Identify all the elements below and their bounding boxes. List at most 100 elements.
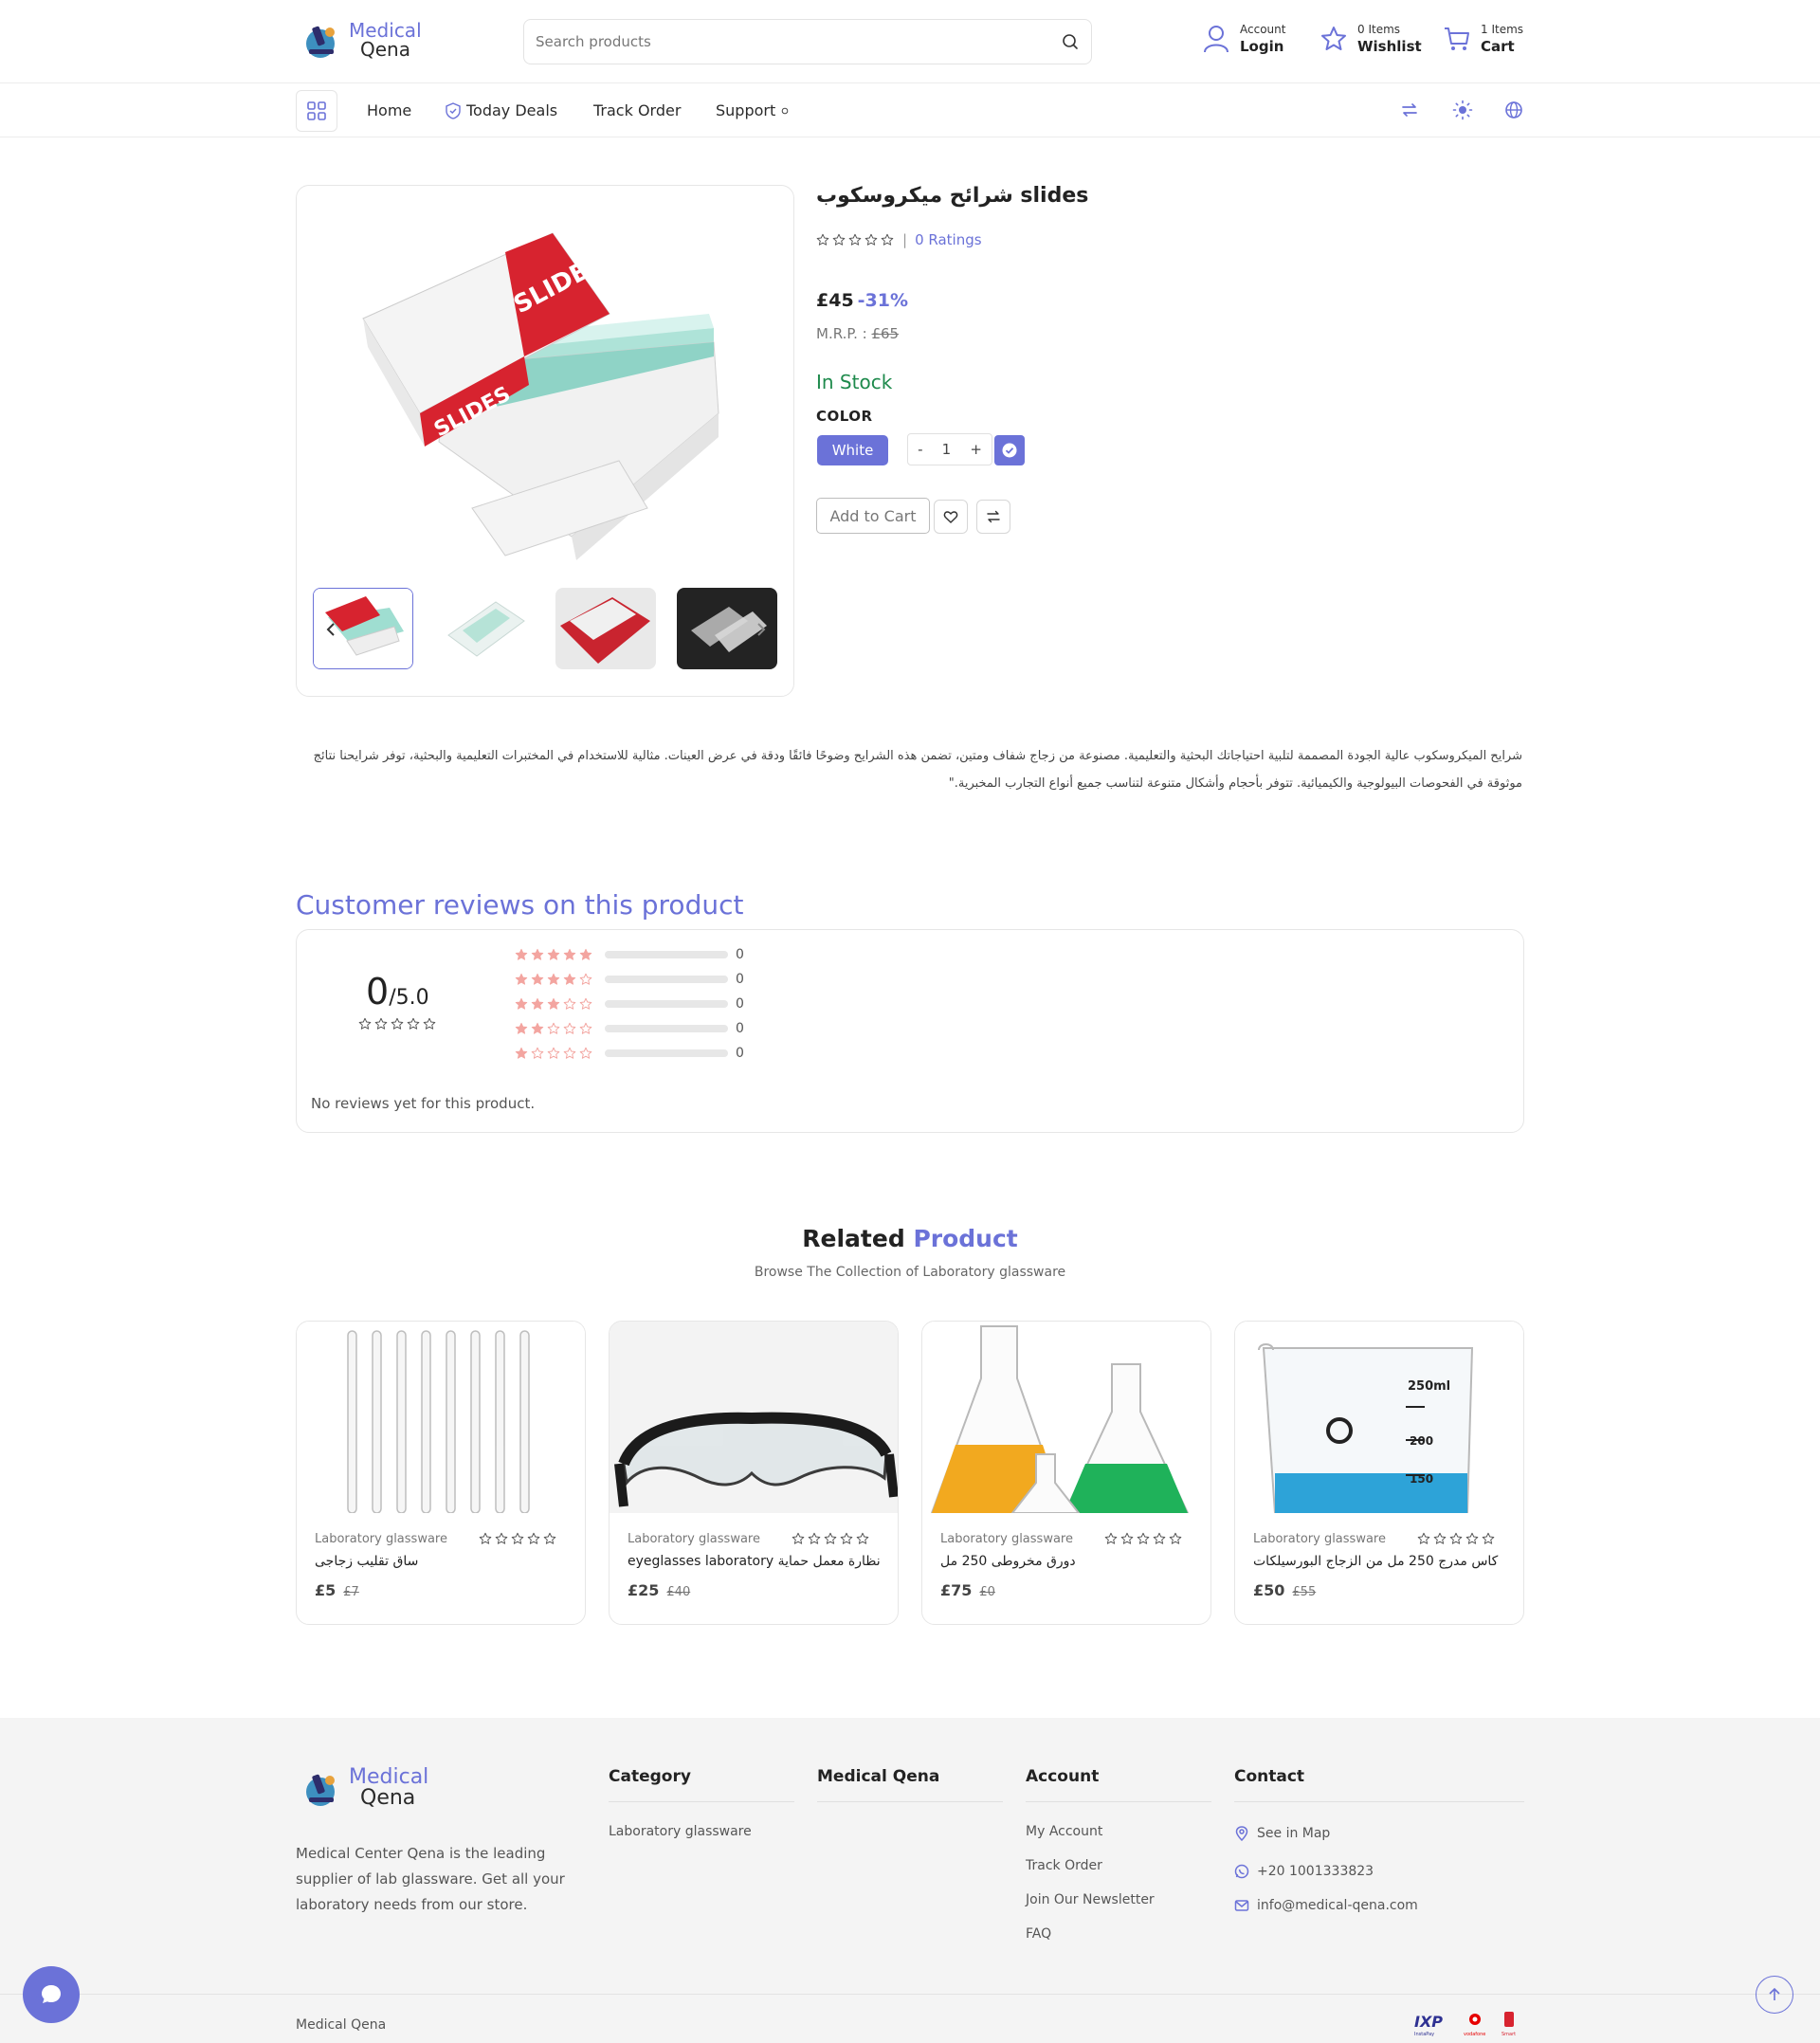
color-option-white[interactable]: White	[817, 435, 888, 465]
footer-link-newsletter[interactable]: Join Our Newsletter	[1026, 1892, 1155, 1907]
cart-label: Cart	[1481, 38, 1515, 55]
qty-minus-button[interactable]: -	[918, 441, 922, 458]
star-icon	[1153, 1532, 1166, 1544]
star-outline-icon	[563, 1047, 576, 1059]
chevron-right-icon[interactable]	[755, 622, 767, 637]
thumbnail-3[interactable]	[555, 588, 656, 669]
card-title[interactable]: نظارة معمل حماية eyeglasses laboratory	[628, 1554, 885, 1569]
card-image[interactable]	[297, 1322, 585, 1513]
main-product-image[interactable]: SLIDES SLIDES	[335, 224, 752, 565]
add-to-cart-button[interactable]: Add to Cart	[816, 498, 930, 534]
footer-link-faq[interactable]: FAQ	[1026, 1926, 1051, 1942]
rating-count: 0	[736, 1046, 744, 1061]
main-nav: Home Today Deals Track Order Support	[0, 84, 1820, 137]
rating-count: 0	[736, 996, 744, 1012]
star-filled-icon	[515, 1047, 528, 1059]
mrp-label: M.R.P. :	[816, 325, 867, 342]
compare-icon[interactable]	[1399, 100, 1420, 120]
card-price-value: £5	[315, 1581, 337, 1599]
star-icon	[543, 1532, 556, 1544]
star-filled-icon	[531, 973, 544, 985]
rating-divider: |	[902, 231, 908, 248]
sun-icon[interactable]	[1452, 100, 1473, 120]
account-link[interactable]: Account Login	[1202, 23, 1285, 55]
footer-brand-title: Medical Qena	[817, 1767, 940, 1786]
star-filled-icon	[515, 1022, 528, 1034]
thumbnail-2[interactable]	[434, 588, 535, 669]
star-icon	[832, 233, 846, 246]
card-image[interactable]: 250ml 200 150	[1235, 1322, 1523, 1513]
star-icon	[1433, 1532, 1447, 1544]
nav-home[interactable]: Home	[367, 101, 411, 119]
grid-icon	[307, 101, 326, 120]
categories-grid-button[interactable]	[296, 90, 337, 132]
row-stars	[515, 1047, 595, 1060]
card-image[interactable]	[610, 1322, 898, 1513]
contact-email[interactable]: info@medical-qena.com	[1234, 1898, 1418, 1913]
star-icon	[1482, 1532, 1495, 1544]
ratings-count-link[interactable]: 0 Ratings	[915, 231, 982, 248]
account-small: Account	[1240, 23, 1286, 36]
contact-phone[interactable]: +20 1001333823	[1234, 1864, 1374, 1879]
row-stars	[515, 973, 595, 986]
mail-icon	[1234, 1900, 1249, 1911]
product-card-2[interactable]: Laboratory glassware نظارة معمل حماية ey…	[609, 1321, 899, 1625]
map-pin-icon	[1235, 1826, 1248, 1841]
footer-link-track-order[interactable]: Track Order	[1026, 1858, 1102, 1873]
qty-value[interactable]: 1	[942, 441, 952, 458]
nav-today-deals[interactable]: Today Deals	[446, 101, 557, 119]
footer-link-laboratory-glassware[interactable]: Laboratory glassware	[609, 1824, 752, 1839]
star-icon	[881, 233, 894, 246]
mrp: M.R.P. : £65	[816, 325, 899, 342]
footer-description: Medical Center Qena is the leading suppl…	[296, 1845, 565, 1913]
contact-map[interactable]: See in Map	[1234, 1826, 1330, 1841]
cart-link[interactable]: 1 Items Cart	[1443, 23, 1523, 55]
card-category: Laboratory glassware	[940, 1532, 1073, 1546]
dropdown-circle-icon	[781, 107, 789, 114]
contact-email-label: info@medical-qena.com	[1257, 1898, 1418, 1913]
product-description: شرايح الميكروسكوب عالية الجودة المصممة ل…	[313, 749, 1522, 791]
site-header: Medical Qena Account Login 0 Items Wishl…	[0, 0, 1820, 83]
card-rating-stars	[1417, 1532, 1498, 1545]
footer-link-my-account[interactable]: My Account	[1026, 1824, 1102, 1839]
product-title: شرائح ميكروسكوب slides	[816, 184, 1089, 208]
card-title[interactable]: كاس مدرج 250 مل من الزجاج البورسيلكات	[1253, 1554, 1511, 1569]
card-image[interactable]	[922, 1322, 1210, 1513]
whatsapp-icon	[1234, 1864, 1249, 1879]
card-category: Laboratory glassware	[1253, 1532, 1386, 1546]
wishlist-link[interactable]: 0 Items Wishlist	[1320, 23, 1422, 55]
card-title[interactable]: ساق تقليب زجاجى	[315, 1554, 573, 1569]
card-title[interactable]: دورق مخروطى 250 مل	[940, 1554, 1198, 1569]
nav-today-deals-label: Today Deals	[466, 101, 558, 119]
confirm-button[interactable]	[994, 435, 1025, 465]
scroll-to-top-button[interactable]	[1756, 1976, 1793, 2014]
product-card-3[interactable]: Laboratory glassware دورق مخروطى 250 مل …	[921, 1321, 1211, 1625]
site-footer: Medical Qena Medical Center Qena is the …	[0, 1718, 1820, 2043]
nav-track-order[interactable]: Track Order	[593, 101, 681, 119]
search-input[interactable]	[524, 20, 1036, 64]
site-logo[interactable]: Medical Qena	[301, 19, 422, 61]
star-icon	[840, 1532, 853, 1544]
chevron-left-icon[interactable]	[325, 622, 337, 637]
wishlist-button[interactable]	[934, 500, 968, 534]
star-filled-icon	[531, 1022, 544, 1034]
nav-support[interactable]: Support	[716, 101, 789, 119]
footer-logo[interactable]: Medical Qena	[301, 1767, 428, 1809]
logo-line-2: Qena	[360, 38, 410, 61]
logo-line-1: Medical	[349, 19, 422, 42]
star-outline-icon	[1321, 27, 1346, 50]
card-old-price: £0	[979, 1585, 995, 1599]
compare-button[interactable]	[976, 500, 1010, 534]
product-card-1[interactable]: Laboratory glassware ساق تقليب زجاجى £5 £…	[296, 1321, 586, 1625]
star-icon	[1137, 1532, 1150, 1544]
account-big: Login	[1240, 38, 1284, 55]
search-icon[interactable]	[1061, 32, 1080, 51]
globe-icon[interactable]	[1503, 100, 1524, 120]
star-filled-icon	[531, 997, 544, 1010]
rating-bar	[605, 1000, 728, 1008]
qty-plus-button[interactable]: +	[970, 441, 982, 458]
chat-button[interactable]	[23, 1966, 80, 2023]
card-category: Laboratory glassware	[315, 1532, 447, 1546]
star-icon	[864, 233, 878, 246]
product-card-4[interactable]: 250ml 200 150 Laboratory glassware كاس م…	[1234, 1321, 1524, 1625]
